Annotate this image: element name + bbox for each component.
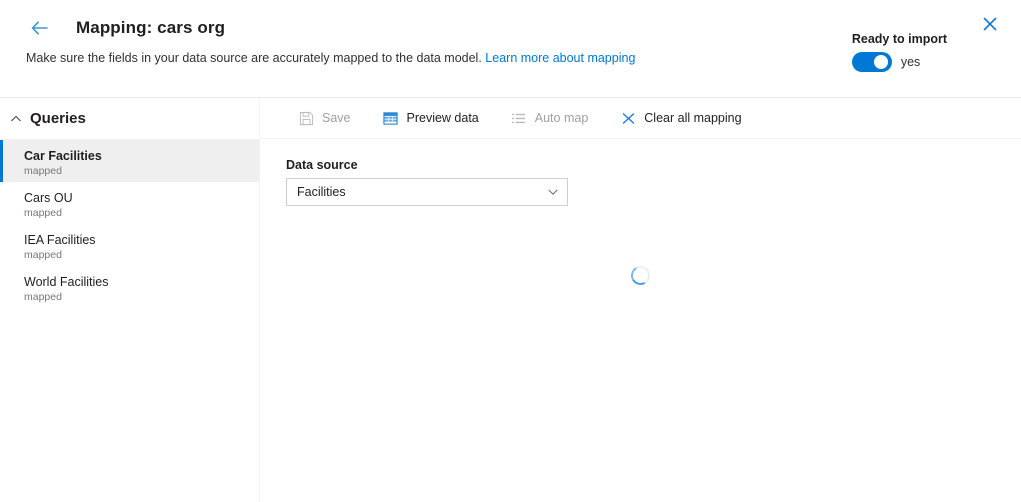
mapping-content: Save Preview data Auto map Clear all map…: [260, 98, 1021, 502]
back-button[interactable]: [26, 14, 54, 42]
page-title: Mapping: cars org: [76, 18, 226, 37]
clear-all-mapping-label: Clear all mapping: [644, 111, 742, 125]
ready-to-import-block: Ready to import yes: [851, 31, 947, 72]
learn-more-link[interactable]: Learn more about mapping: [485, 51, 635, 65]
save-icon: [298, 110, 314, 126]
close-button[interactable]: [977, 12, 1003, 38]
ready-to-import-toggle-row: yes: [851, 52, 947, 72]
list-icon: [511, 110, 527, 126]
query-name: IEA Facilities: [24, 233, 96, 247]
close-icon: [982, 16, 998, 35]
arrow-left-icon: [30, 20, 50, 36]
query-name: Car Facilities: [24, 149, 102, 163]
queries-sidebar: Queries Car Facilities mapped Cars OU ma…: [0, 98, 260, 502]
query-name: Cars OU: [24, 191, 73, 205]
data-source-dropdown[interactable]: Facilities: [286, 178, 568, 206]
preview-data-label: Preview data: [406, 111, 479, 125]
page-body: Queries Car Facilities mapped Cars OU ma…: [0, 98, 1021, 502]
query-status: mapped: [24, 291, 62, 303]
table-grid-icon: [383, 110, 399, 126]
query-status: mapped: [24, 249, 62, 261]
data-source-value: Facilities: [297, 185, 346, 199]
sidebar-item-world-facilities[interactable]: World Facilities mapped: [0, 266, 259, 308]
sidebar-item-cars-ou[interactable]: Cars OU mapped: [0, 182, 259, 224]
queries-section-header[interactable]: Queries: [0, 98, 259, 140]
auto-map-button[interactable]: Auto map: [501, 103, 599, 133]
save-button[interactable]: Save: [288, 103, 361, 133]
clear-all-mapping-button[interactable]: Clear all mapping: [610, 103, 751, 133]
sidebar-item-car-facilities[interactable]: Car Facilities mapped: [0, 140, 259, 182]
mapping-toolbar: Save Preview data Auto map Clear all map…: [260, 98, 1021, 139]
mapping-panel: Data source Facilities: [260, 139, 1021, 502]
query-name: World Facilities: [24, 275, 109, 289]
ready-to-import-label: Ready to import: [851, 32, 947, 46]
auto-map-label: Auto map: [534, 111, 589, 125]
query-status: mapped: [24, 207, 62, 219]
loading-area: [260, 263, 1021, 288]
page-header: Mapping: cars org Make sure the fields i…: [0, 0, 1021, 98]
close-x-icon: [620, 110, 636, 126]
queries-section-title: Queries: [30, 110, 86, 127]
toggle-state-label: yes: [900, 55, 921, 69]
subtitle-text: Make sure the fields in your data source…: [26, 51, 482, 65]
toggle-knob: [873, 55, 888, 69]
ready-to-import-toggle[interactable]: [851, 52, 892, 72]
chevron-up-icon: [8, 111, 24, 127]
save-label: Save: [322, 111, 351, 125]
sidebar-item-iea-facilities[interactable]: IEA Facilities mapped: [0, 224, 259, 266]
preview-data-button[interactable]: Preview data: [373, 103, 489, 133]
data-source-label: Data source: [286, 158, 358, 172]
query-status: mapped: [24, 165, 62, 177]
loading-spinner-icon: [628, 263, 653, 288]
chevron-down-icon: [547, 186, 559, 198]
